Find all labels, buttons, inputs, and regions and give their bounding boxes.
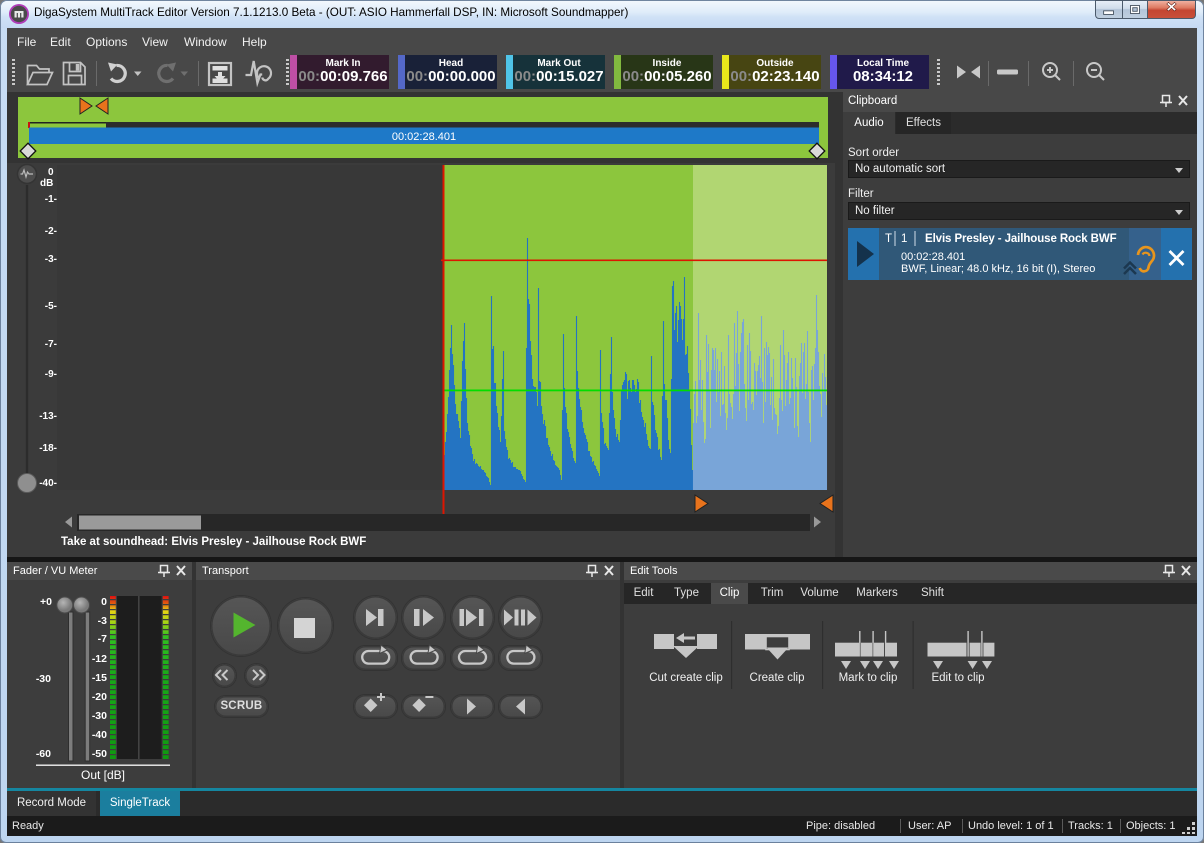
- svg-text:00:02:28.401: 00:02:28.401: [392, 131, 456, 143]
